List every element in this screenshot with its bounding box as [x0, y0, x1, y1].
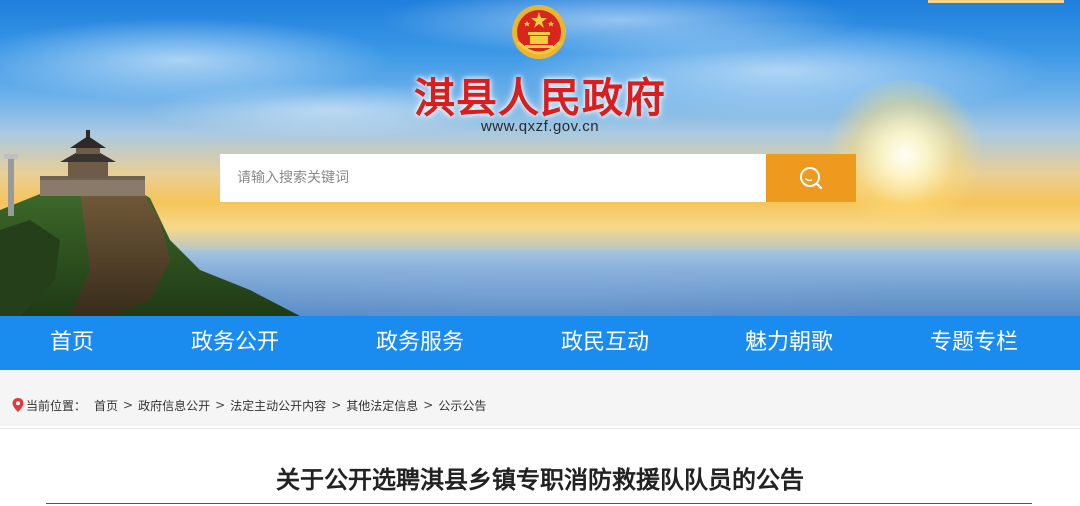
- site-url: www.qxzf.gov.cn: [480, 118, 600, 135]
- title-divider: [46, 503, 1032, 504]
- search-input[interactable]: [220, 154, 766, 202]
- breadcrumb-item-statutory-content[interactable]: 法定主动公开内容: [230, 397, 326, 414]
- top-right-decoration: [928, 0, 1064, 3]
- nav-item-home[interactable]: 首页: [50, 316, 94, 370]
- article-title: 关于公开选聘淇县乡镇专职消防救援队队员的公告: [276, 466, 804, 494]
- breadcrumb: 当前位置： 首页 > 政府信息公开 > 法定主动公开内容 > 其他法定信息 > …: [12, 395, 486, 415]
- search-button[interactable]: [766, 154, 856, 202]
- national-emblem-icon: [512, 5, 566, 59]
- breadcrumb-prefix: 当前位置：: [26, 398, 87, 413]
- breadcrumb-item-home[interactable]: 首页: [94, 397, 118, 414]
- nav-item-public-interaction[interactable]: 政民互动: [561, 316, 649, 370]
- breadcrumb-item-announcements[interactable]: 公示公告: [438, 397, 486, 414]
- breadcrumb-separator: >: [123, 398, 134, 412]
- nav-item-charm-zhaoge[interactable]: 魅力朝歌: [745, 316, 833, 370]
- site-title: 淇县人民政府: [414, 74, 666, 122]
- breadcrumb-item-gov-info-disclosure[interactable]: 政府信息公开: [138, 397, 210, 414]
- main-nav: 首页 政务公开 政务服务 政民互动 魅力朝歌 专题专栏: [0, 316, 1080, 370]
- search-icon: [800, 167, 823, 190]
- breadcrumb-separator: >: [423, 398, 434, 412]
- nav-item-government-services[interactable]: 政务服务: [376, 316, 464, 370]
- nav-item-government-affairs-disclosure[interactable]: 政务公开: [191, 316, 279, 370]
- nav-item-special-topics[interactable]: 专题专栏: [930, 316, 1018, 370]
- breadcrumb-item-other-statutory-info[interactable]: 其他法定信息: [346, 397, 418, 414]
- mountain-pavilion-image: [0, 130, 300, 316]
- location-pin-icon: [12, 398, 24, 412]
- breadcrumb-separator: >: [331, 398, 342, 412]
- breadcrumb-separator: >: [215, 398, 226, 412]
